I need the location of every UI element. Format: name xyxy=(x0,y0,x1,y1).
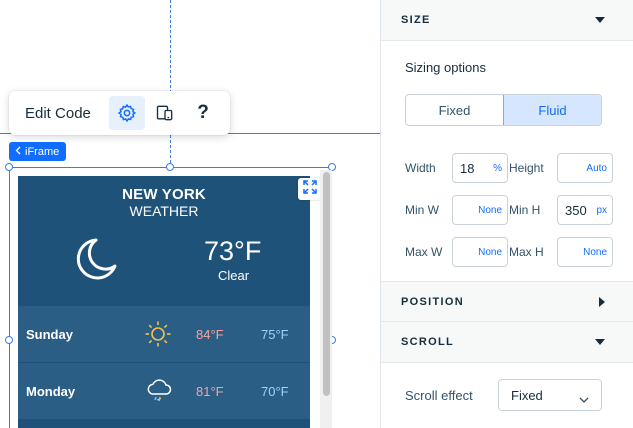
height-field[interactable]: Auto xyxy=(557,153,613,183)
resize-handle-top[interactable] xyxy=(166,163,174,171)
sizing-toggle: Fixed Fluid xyxy=(405,94,602,126)
scroll-section-header[interactable]: SCROLL xyxy=(381,322,633,363)
chevron-down-icon xyxy=(579,391,589,406)
min-height-field[interactable]: 350 px xyxy=(557,195,613,225)
caret-down-icon xyxy=(595,339,605,348)
vertical-guide-line xyxy=(170,0,171,168)
iframe-tag-text: iFrame xyxy=(25,145,60,158)
caret-right-icon xyxy=(599,296,605,312)
max-height-label: Max H xyxy=(509,245,544,259)
width-value: 18 xyxy=(460,160,475,176)
height-unit: Auto xyxy=(586,162,607,174)
forecast-low: 75°F xyxy=(261,326,289,342)
forecast-high: 84°F xyxy=(196,326,224,342)
gear-icon xyxy=(117,103,137,123)
max-width-field[interactable]: None xyxy=(452,237,508,267)
forecast-day: Monday xyxy=(26,383,76,399)
city-name: NEW YORK xyxy=(122,186,206,203)
resize-handle-left[interactable] xyxy=(5,336,13,344)
scroll-effect-dropdown[interactable]: Fixed xyxy=(498,379,602,411)
iframe-label-tag[interactable]: iFrame xyxy=(9,142,67,161)
max-width-label: Max W xyxy=(405,245,443,259)
widget-scrollbar[interactable] xyxy=(320,170,332,428)
forecast-row: Monday 81°F 70°F xyxy=(18,363,310,419)
max-height-unit: None xyxy=(583,246,607,258)
caret-down-icon xyxy=(595,17,605,26)
position-section-header[interactable]: POSITION xyxy=(381,281,633,322)
widget-subtitle: WEATHER xyxy=(129,203,199,219)
sizing-fluid-option[interactable]: Fluid xyxy=(503,95,601,125)
editor-canvas[interactable]: Edit Code ? iFrame NEW YORK WEATHER 73°F… xyxy=(0,0,380,428)
edit-code-button[interactable]: Edit Code xyxy=(9,105,107,122)
scroll-effect-label: Scroll effect xyxy=(405,388,473,403)
forecast-high: 81°F xyxy=(196,383,224,399)
width-field[interactable]: 18 % xyxy=(452,153,508,183)
sizing-options-label: Sizing options xyxy=(405,60,486,75)
min-width-field[interactable]: None xyxy=(452,195,508,225)
min-width-unit: None xyxy=(478,204,502,216)
max-width-unit: None xyxy=(478,246,502,258)
current-condition: Clear xyxy=(218,268,250,283)
min-width-label: Min W xyxy=(405,203,439,217)
min-height-value: 350 xyxy=(565,202,587,218)
expand-button[interactable] xyxy=(298,178,322,200)
rain-cloud-icon xyxy=(144,377,174,410)
size-section-title: SIZE xyxy=(401,14,431,26)
sizing-fixed-option[interactable]: Fixed xyxy=(406,95,503,125)
sun-icon xyxy=(144,320,172,353)
settings-button[interactable] xyxy=(109,96,145,130)
height-label: Height xyxy=(509,161,544,175)
scroll-section-title: SCROLL xyxy=(401,336,455,348)
width-unit: % xyxy=(493,162,502,174)
forecast-row: Sunday 84°F 75°F xyxy=(18,306,310,362)
current-temperature: 73°F xyxy=(204,236,262,266)
forecast-day: Sunday xyxy=(26,326,73,342)
device-visibility-button[interactable] xyxy=(147,96,183,130)
min-height-label: Min H xyxy=(509,203,541,217)
size-section-header[interactable]: SIZE xyxy=(381,0,633,41)
max-height-field[interactable]: None xyxy=(557,237,613,267)
properties-panel: SIZE Sizing options Fixed Fluid Width 18… xyxy=(380,0,633,428)
scrollbar-thumb[interactable] xyxy=(323,172,330,396)
position-section-title: POSITION xyxy=(401,295,464,308)
min-height-unit: px xyxy=(596,204,607,216)
scroll-effect-value: Fixed xyxy=(511,387,543,403)
resize-handle-top-left[interactable] xyxy=(5,163,13,171)
help-button[interactable]: ? xyxy=(185,96,221,130)
devices-icon xyxy=(155,103,175,123)
chevron-left-icon xyxy=(15,146,21,158)
weather-widget[interactable]: NEW YORK WEATHER 73°F Clear Sunday 84°F … xyxy=(18,176,310,428)
element-toolbar: Edit Code ? xyxy=(9,91,230,135)
width-label: Width xyxy=(405,161,436,175)
moon-icon xyxy=(76,236,118,287)
forecast-low: 70°F xyxy=(261,383,289,399)
expand-icon xyxy=(303,179,317,199)
